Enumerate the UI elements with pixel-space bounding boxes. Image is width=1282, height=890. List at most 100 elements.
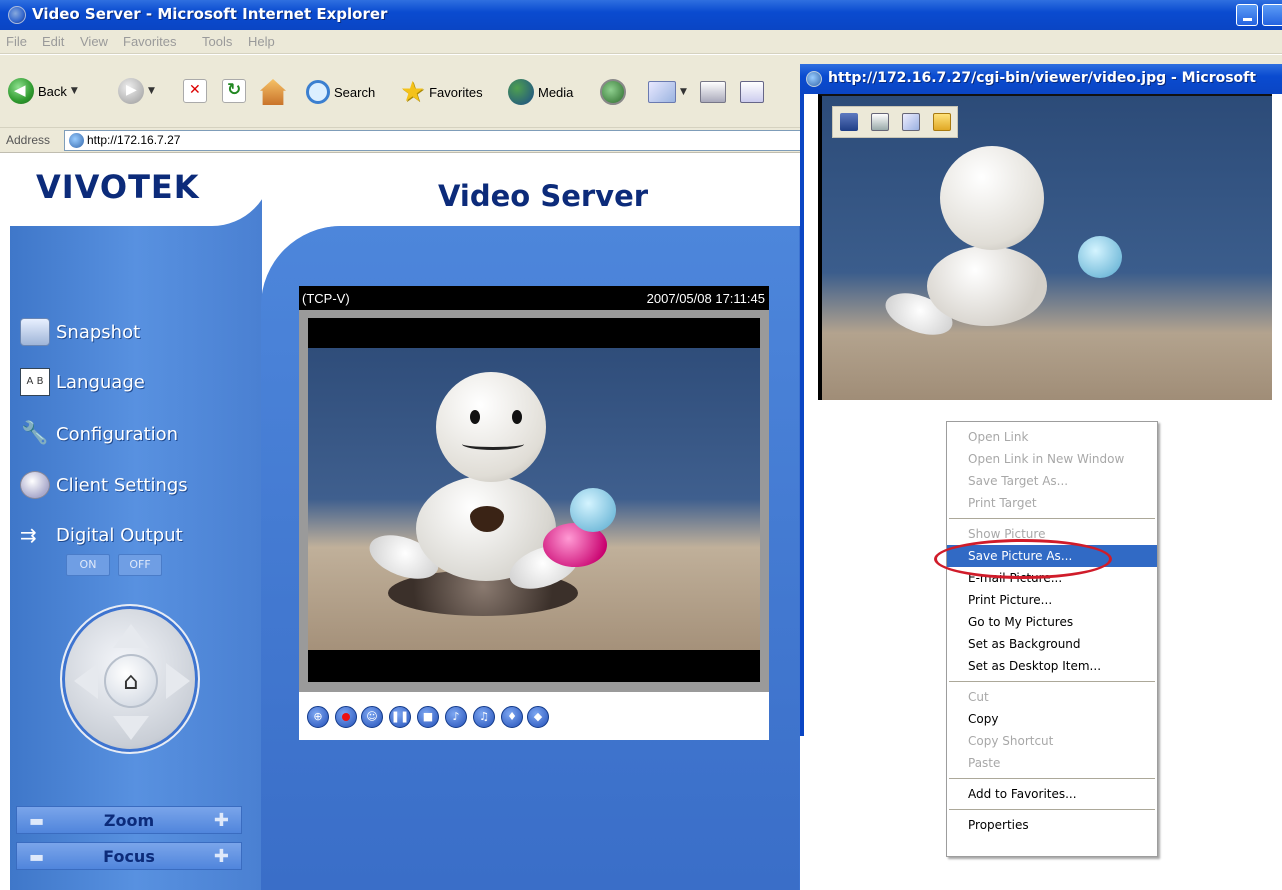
context-menu-item-set-as-desktop-item[interactable]: Set as Desktop Item... (947, 655, 1157, 677)
menu-tools[interactable]: Tools (202, 34, 232, 49)
mute-icon[interactable]: ♫ (473, 706, 495, 728)
forward-button[interactable]: ▼ (118, 78, 155, 104)
favorites-label: Favorites (429, 84, 483, 100)
digital-output-off-button[interactable]: OFF (118, 554, 162, 576)
toy-blue (570, 488, 616, 532)
mail-icon[interactable] (901, 113, 920, 131)
nav-digital-output[interactable]: ⇉ Digital Output (20, 521, 183, 549)
focus-far-button[interactable]: ✚ (214, 846, 229, 867)
context-menu-item-save-picture-as[interactable]: Save Picture As... (947, 545, 1157, 567)
window-titlebar[interactable]: Video Server - Microsoft Internet Explor… (0, 0, 1282, 30)
zoom-label: Zoom (103, 810, 155, 830)
media-label: Media (538, 84, 574, 100)
stop-icon[interactable]: ■ (417, 706, 439, 728)
nav-configuration[interactable]: 🔧 Configuration (20, 420, 178, 448)
pan-left-button[interactable] (74, 663, 98, 699)
menu-edit[interactable]: Edit (42, 34, 64, 49)
popup-titlebar[interactable]: http://172.16.7.27/cgi-bin/viewer/video.… (800, 64, 1282, 94)
context-menu-item-add-to-favorites[interactable]: Add to Favorites... (947, 783, 1157, 805)
home-icon (260, 79, 286, 105)
back-label: Back (38, 83, 67, 99)
home-position-button[interactable]: ⌂ (104, 654, 158, 708)
vivotek-logo: VIVOTEK (36, 168, 200, 206)
mic-mute-icon[interactable]: ◆ (527, 706, 549, 728)
menu-favorites[interactable]: Favorites (123, 34, 176, 49)
nav-digital-output-label: Digital Output (56, 524, 183, 546)
screen: Video Server - Microsoft Internet Explor… (0, 0, 1282, 890)
toy-blue (1078, 236, 1122, 278)
context-menu-item-open-link: Open Link (968, 430, 1029, 444)
protocol-label: (TCP-V) (302, 291, 350, 306)
history-button[interactable] (600, 79, 626, 105)
toy-mouth (462, 438, 524, 450)
print-icon[interactable] (870, 113, 889, 131)
pan-right-button[interactable] (166, 663, 190, 699)
edit-button[interactable] (740, 81, 764, 103)
video-timestamp: 2007/05/08 17:11:45 (646, 291, 765, 306)
context-menu-item-copy[interactable]: Copy (947, 708, 1157, 730)
maximize-button[interactable] (1262, 4, 1282, 26)
mic-icon[interactable]: ♦ (501, 706, 523, 728)
search-label: Search (334, 84, 376, 100)
favorites-button[interactable]: ★ Favorites (400, 78, 483, 106)
menu-view[interactable]: View (80, 34, 108, 49)
video-control-bar: ⊕ ☺ ❚❚ ■ ♪ ♫ ♦ ◆ (299, 692, 769, 740)
back-icon (8, 78, 34, 104)
focus-near-button[interactable]: ▬ (29, 847, 44, 866)
dropdown-arrow-icon: ▼ (680, 87, 687, 97)
zoom-icon[interactable]: ⊕ (307, 706, 329, 728)
save-icon[interactable] (839, 113, 858, 131)
digital-output-on-button[interactable]: ON (66, 554, 110, 576)
video-info-bar: (TCP-V) 2007/05/08 17:11:45 (299, 286, 769, 310)
context-menu-item-e-mail-picture[interactable]: E-mail Picture... (947, 567, 1157, 589)
nav-language-label: Language (56, 371, 145, 393)
minimize-button[interactable] (1236, 4, 1258, 26)
mail-button[interactable]: ▼ (648, 81, 687, 103)
context-menu-item-set-as-background[interactable]: Set as Background (947, 633, 1157, 655)
menu-help[interactable]: Help (248, 34, 275, 49)
toy-eye (470, 410, 480, 424)
context-menu-item-cut: Cut (968, 690, 989, 704)
nav-snapshot[interactable]: Snapshot (20, 318, 140, 346)
zoom-out-button[interactable]: ▬ (29, 811, 44, 830)
pan-up-button[interactable] (113, 624, 149, 648)
search-button[interactable]: Search (306, 80, 375, 104)
snapshot-image[interactable] (818, 94, 1272, 400)
record-icon[interactable] (335, 706, 357, 728)
nav-language[interactable]: A B Language (20, 368, 145, 396)
context-menu-item-print-picture[interactable]: Print Picture... (947, 589, 1157, 611)
home-button[interactable] (260, 79, 286, 105)
page-icon (69, 133, 84, 148)
print-button[interactable] (700, 81, 726, 103)
stop-icon (183, 79, 207, 103)
popup-title: http://172.16.7.27/cgi-bin/viewer/video.… (828, 70, 1256, 86)
toy-body (927, 246, 1047, 326)
toy-head (436, 372, 546, 482)
talk-icon[interactable]: ☺ (361, 706, 383, 728)
nav-snapshot-label: Snapshot (56, 321, 141, 343)
stop-button[interactable] (183, 79, 207, 103)
refresh-button[interactable] (222, 79, 246, 103)
zoom-in-button[interactable]: ✚ (214, 810, 229, 831)
context-menu-item-paste: Paste (968, 756, 1001, 770)
media-button[interactable]: Media (508, 79, 573, 105)
context-menu-item-show-picture: Show Picture (968, 527, 1046, 541)
menu-separator (949, 518, 1155, 519)
history-icon (600, 79, 626, 105)
address-label: Address (6, 133, 51, 147)
toy-eye (512, 410, 522, 424)
folder-icon[interactable] (932, 113, 951, 131)
context-menu-item-go-to-my-pictures[interactable]: Go to My Pictures (947, 611, 1157, 633)
wrench-icon: 🔧 (21, 421, 49, 446)
volume-icon[interactable]: ♪ (445, 706, 467, 728)
window-title: Video Server - Microsoft Internet Explor… (32, 5, 388, 23)
context-menu-item-open-link-in-new-window: Open Link in New Window (968, 452, 1125, 466)
back-button[interactable]: Back ▼ (8, 78, 78, 104)
pan-down-button[interactable] (113, 716, 149, 740)
forward-icon (118, 78, 144, 104)
live-video[interactable] (308, 318, 760, 682)
nav-client-settings[interactable]: Client Settings (20, 471, 188, 499)
context-menu-item-properties[interactable]: Properties (947, 814, 1157, 836)
pause-icon[interactable]: ❚❚ (389, 706, 411, 728)
menu-file[interactable]: File (6, 34, 27, 49)
